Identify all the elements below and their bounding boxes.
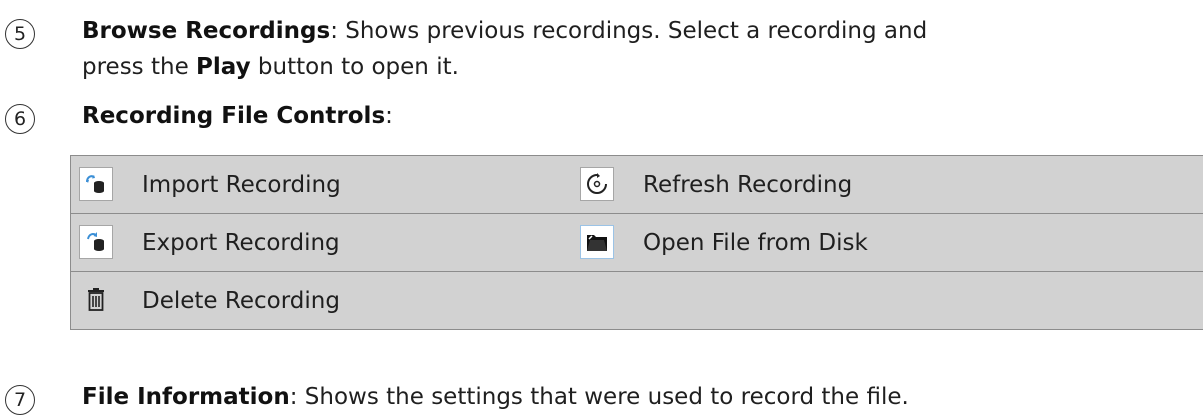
step-5-line-2-prefix: press the [82, 54, 197, 80]
table-row: Delete Recording [71, 272, 1203, 330]
icon-cell [572, 213, 643, 272]
step-number-6: 6 [5, 104, 35, 134]
empty-cell [572, 272, 643, 330]
step-6-title: Recording File Controls [82, 103, 386, 129]
step-5-title: Browse Recordings [82, 18, 331, 44]
export-recording-label: Export Recording [142, 213, 572, 272]
step-5-line-2: press the Play button to open it. [82, 51, 459, 83]
open-file-label: Open File from Disk [643, 213, 1203, 272]
icon-cell [70, 155, 142, 214]
step-7-line: File Information: Shows the settings tha… [82, 381, 909, 413]
refresh-recording-icon[interactable] [580, 167, 614, 201]
delete-recording-label: Delete Recording [142, 287, 340, 314]
step-5-description: : Shows previous recordings. Select a re… [330, 18, 928, 44]
import-recording-label: Import Recording [142, 155, 572, 214]
table-row: Import Recording Refresh Recording [70, 155, 1203, 214]
trash-icon[interactable] [79, 283, 113, 317]
play-label: Play [196, 54, 251, 80]
step-5-line-2-suffix: button to open it. [250, 54, 459, 80]
open-folder-icon[interactable] [580, 225, 614, 259]
empty-cell [643, 272, 1203, 330]
export-recording-icon[interactable] [79, 225, 113, 259]
step-number-7: 7 [5, 385, 35, 415]
step-number-5: 5 [5, 19, 35, 49]
step-7-title: File Information [82, 384, 290, 410]
icon-cell [572, 155, 643, 214]
refresh-recording-label: Refresh Recording [643, 155, 1203, 214]
icon-cell [70, 213, 142, 272]
step-6-colon: : [385, 103, 393, 129]
step-7-description: : Shows the settings that were used to r… [289, 384, 909, 410]
recording-file-controls-table: Import Recording Refresh Recording Expor… [70, 155, 1203, 330]
icon-cell [71, 272, 143, 330]
step-6-heading: Recording File Controls: [82, 100, 393, 132]
import-recording-icon[interactable] [79, 167, 113, 201]
step-5-line-1: Browse Recordings: Shows previous record… [82, 15, 927, 47]
table-row: Export Recording Open File from Disk [70, 213, 1203, 272]
